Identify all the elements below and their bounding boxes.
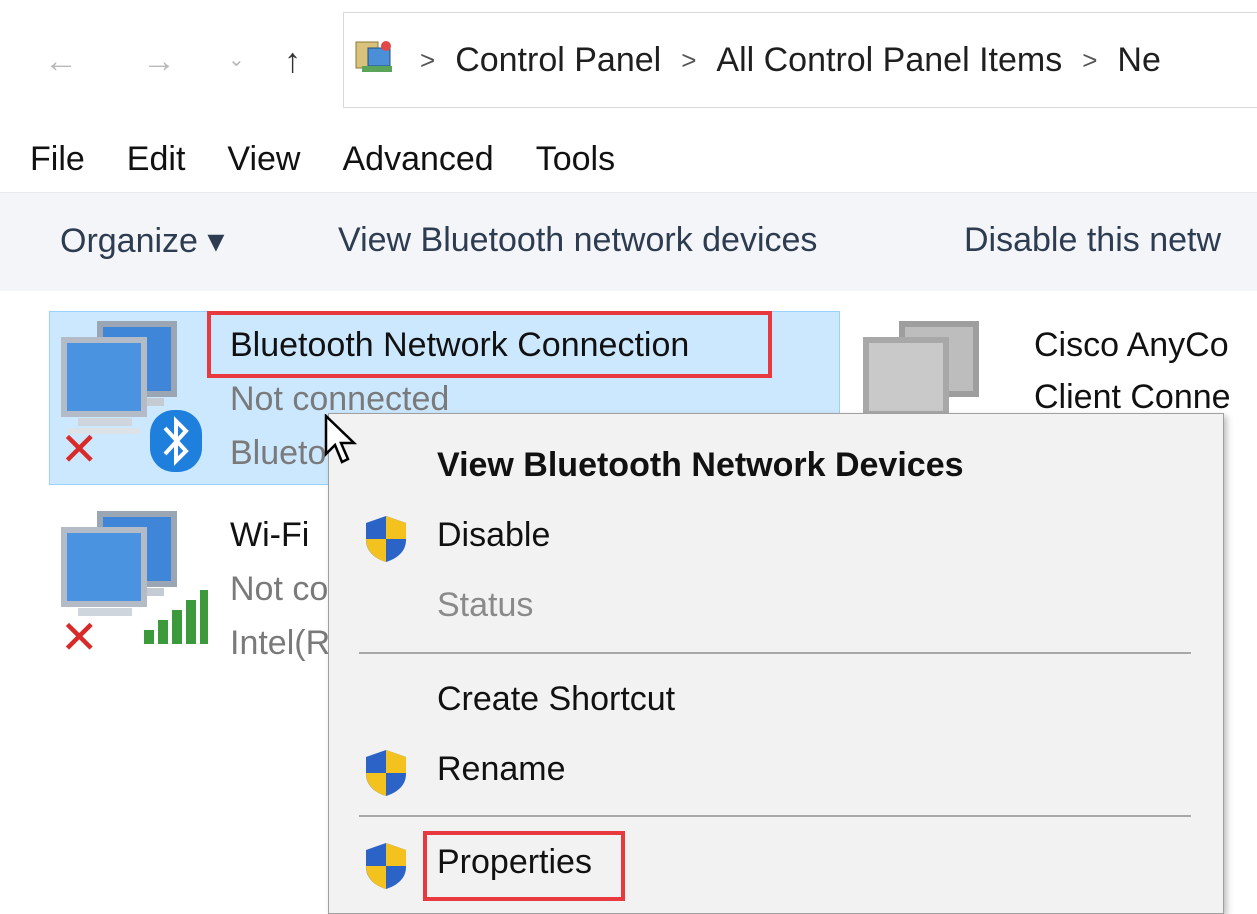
connection-status-wifi: Not co bbox=[230, 570, 329, 608]
command-bar: Organize ▾ View Bluetooth network device… bbox=[0, 192, 1257, 291]
breadcrumb-network-connections[interactable]: Ne bbox=[1117, 41, 1160, 80]
disable-network-button[interactable]: Disable this netw bbox=[964, 221, 1221, 260]
highlight-box-connection-title bbox=[207, 311, 772, 378]
mouse-cursor-icon bbox=[324, 414, 358, 464]
menu-item-rename[interactable]: Rename bbox=[329, 740, 1223, 802]
menu-bar: File Edit View Advanced Tools bbox=[30, 140, 657, 179]
breadcrumb-control-panel[interactable]: Control Panel bbox=[455, 41, 661, 80]
bluetooth-icon bbox=[150, 410, 202, 472]
wifi-signal-icon bbox=[144, 590, 208, 644]
uac-shield-icon bbox=[366, 750, 406, 796]
menu-view[interactable]: View bbox=[227, 140, 300, 179]
connection-title-cisco[interactable]: Cisco AnyCo bbox=[1034, 326, 1229, 365]
breadcrumb-all-items[interactable]: All Control Panel Items bbox=[716, 41, 1062, 80]
menu-separator bbox=[359, 652, 1191, 654]
uac-shield-icon bbox=[366, 516, 406, 562]
back-arrow-icon[interactable]: ← bbox=[44, 44, 78, 78]
menu-item-create-shortcut[interactable]: Create Shortcut bbox=[329, 670, 1223, 732]
uac-shield-icon bbox=[366, 843, 406, 889]
chevron-down-icon[interactable]: ⌄ bbox=[228, 50, 245, 70]
menu-item-status: Status bbox=[437, 586, 534, 624]
address-bar[interactable]: > Control Panel > All Control Panel Item… bbox=[343, 12, 1257, 108]
menu-file[interactable]: File bbox=[30, 140, 85, 179]
connection-device-wifi: Intel(R bbox=[230, 624, 331, 662]
breadcrumb-separator: > bbox=[420, 44, 436, 75]
breadcrumb-separator: > bbox=[681, 44, 697, 75]
organize-button[interactable]: Organize ▾ bbox=[60, 221, 224, 261]
menu-edit[interactable]: Edit bbox=[127, 140, 186, 179]
connection-device-bluetooth: Blueto bbox=[230, 434, 327, 472]
up-arrow-icon[interactable]: ↑ bbox=[284, 44, 301, 78]
menu-tools[interactable]: Tools bbox=[536, 140, 615, 179]
menu-advanced[interactable]: Advanced bbox=[342, 140, 493, 179]
connection-title-wifi[interactable]: Wi-Fi bbox=[230, 516, 309, 555]
view-bluetooth-devices-button[interactable]: View Bluetooth network devices bbox=[338, 221, 817, 260]
control-panel-icon bbox=[354, 36, 398, 85]
error-x-icon: ✕ bbox=[60, 423, 99, 475]
error-x-icon: ✕ bbox=[60, 611, 99, 663]
forward-arrow-icon[interactable]: → bbox=[142, 44, 176, 78]
context-menu: View Bluetooth Network Devices Disable S… bbox=[328, 413, 1224, 914]
connection-title-cisco-line2: Client Conne bbox=[1034, 378, 1231, 416]
menu-separator bbox=[359, 815, 1191, 817]
menu-item-disable[interactable]: Disable bbox=[329, 506, 1223, 568]
menu-item-view-bluetooth-devices[interactable]: View Bluetooth Network Devices bbox=[329, 436, 1223, 498]
highlight-box-properties bbox=[423, 831, 625, 901]
breadcrumb-separator: > bbox=[1082, 44, 1098, 75]
